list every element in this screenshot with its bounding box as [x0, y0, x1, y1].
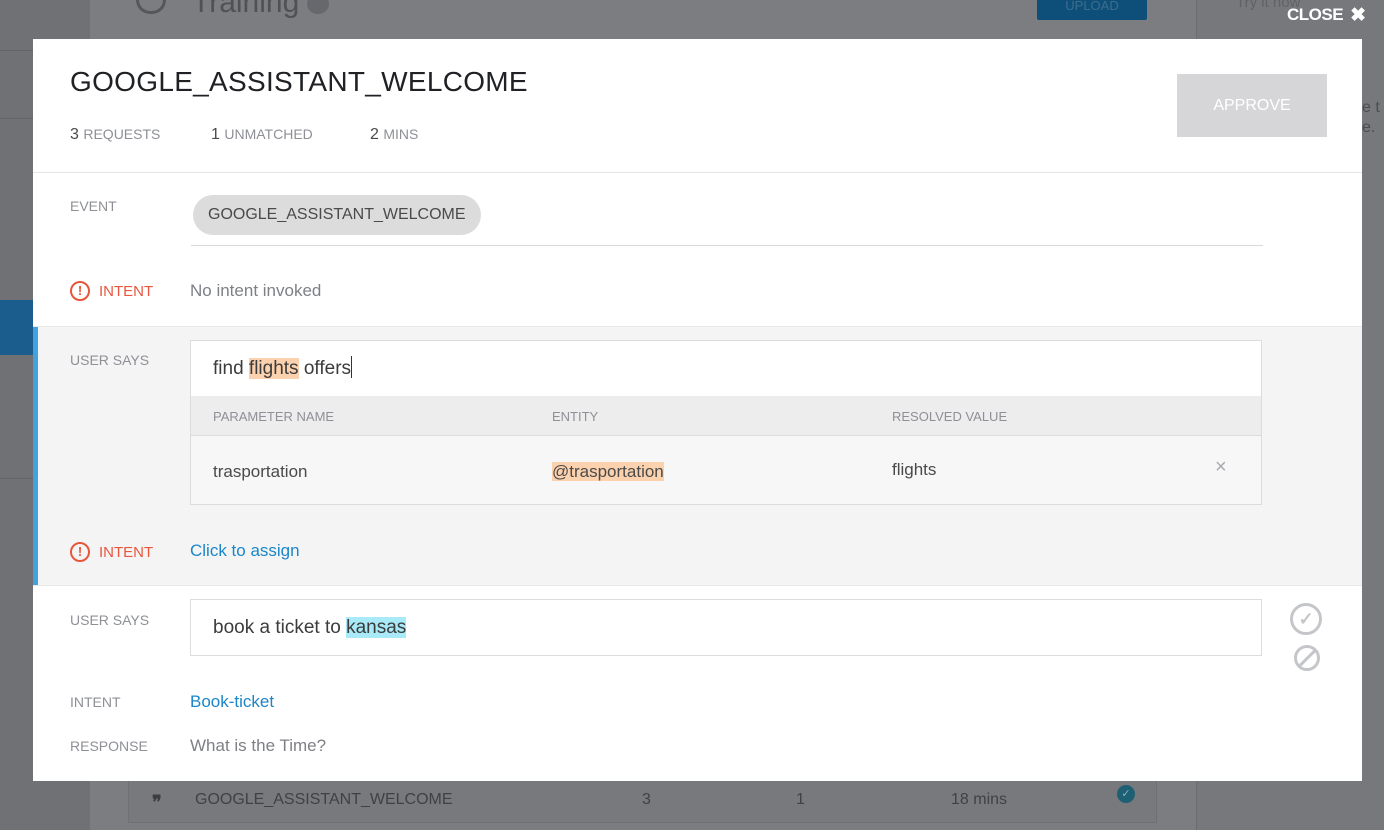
upload-button: UPLOAD: [1037, 0, 1147, 20]
background-row-requests: 3: [642, 791, 651, 808]
column-header: PARAMETER NAME: [213, 409, 335, 424]
annotated-word[interactable]: kansas: [346, 617, 407, 638]
stat-label: REQUESTS: [83, 126, 161, 142]
response-value: What is the Time?: [190, 736, 327, 755]
training-dialog: GOOGLE_ASSISTANT_WELCOME 3 REQUESTS 1 UN…: [33, 39, 1362, 781]
remove-parameter-icon[interactable]: ×: [1215, 456, 1227, 479]
event-label: EVENT: [70, 198, 117, 214]
stat-label: MINS: [383, 126, 419, 142]
divider: [191, 245, 1263, 246]
approve-check-icon[interactable]: ✓: [1290, 603, 1322, 635]
background-row-name: GOOGLE_ASSISTANT_WELCOME: [195, 791, 453, 808]
warning-icon: !: [70, 281, 90, 301]
stat-unmatched: 1 UNMATCHED: [211, 126, 313, 144]
event-chip: GOOGLE_ASSISTANT_WELCOME: [193, 195, 481, 235]
user-says-text: book a ticket to: [213, 617, 347, 638]
approve-button[interactable]: APPROVE: [1177, 74, 1327, 137]
close-icon: ✖: [1350, 4, 1366, 26]
user-says-input[interactable]: find flights offers: [190, 340, 1262, 397]
intent-label: INTENT: [99, 543, 154, 561]
background-side-text: e t e.: [1362, 99, 1380, 136]
parameter-table-header: PARAMETER NAME ENTITY RESOLVED VALUE: [191, 396, 1261, 436]
column-header: RESOLVED VALUE: [892, 409, 1008, 424]
text-caret: [351, 356, 353, 378]
entity-tag: @trasportation: [552, 462, 664, 481]
parameter-table: PARAMETER NAME ENTITY RESOLVED VALUE tra…: [190, 396, 1262, 505]
user-says-text: find: [213, 358, 249, 379]
user-says-text: offers: [298, 358, 352, 379]
intent-link[interactable]: Book-ticket: [190, 692, 274, 712]
dialog-title: GOOGLE_ASSISTANT_WELCOME: [70, 66, 528, 97]
intent-value: No intent invoked: [190, 281, 322, 300]
background-row-unmatched: 1: [796, 791, 805, 808]
stat-requests: 3 REQUESTS: [70, 126, 160, 144]
user-says-label: USER SAYS: [70, 352, 150, 368]
close-label: CLOSE: [1287, 5, 1344, 24]
stat-value: 3: [70, 126, 79, 143]
block-icon[interactable]: [1294, 645, 1320, 671]
intent-label: INTENT: [70, 694, 121, 710]
stat-value: 2: [370, 126, 379, 143]
background-page-title: Training: [192, 0, 300, 19]
background-row-time: 18 mins: [951, 791, 1008, 808]
quote-icon: ❞: [152, 792, 162, 812]
intent-warning: ! INTENT: [70, 281, 153, 301]
column-header: ENTITY: [552, 409, 599, 424]
parameter-entity[interactable]: @trasportation: [552, 462, 664, 482]
assign-intent-link[interactable]: Click to assign: [190, 541, 300, 561]
user-says-label: USER SAYS: [70, 612, 150, 628]
dialog-header: GOOGLE_ASSISTANT_WELCOME 3 REQUESTS 1 UN…: [33, 39, 1362, 173]
intent-warning: ! INTENT: [70, 542, 153, 562]
check-circle-icon: ✓: [1117, 785, 1135, 803]
annotated-word[interactable]: flights: [248, 358, 299, 379]
stat-label: UNMATCHED: [224, 126, 313, 142]
warning-icon: !: [70, 542, 90, 562]
response-label: RESPONSE: [70, 738, 148, 754]
active-indicator: [33, 327, 38, 585]
sidebar-selected-item: [0, 300, 33, 355]
parameter-name[interactable]: trasportation: [213, 462, 308, 482]
stat-value: 1: [211, 126, 220, 143]
user-says-section-active: USER SAYS find flights offers PARAMETER …: [33, 326, 1362, 586]
close-button[interactable]: CLOSE ✖: [1287, 4, 1366, 26]
parameter-resolved-value[interactable]: flights: [892, 460, 936, 480]
stat-mins: 2 MINS: [370, 126, 418, 144]
user-says-input[interactable]: book a ticket to kansas: [190, 599, 1262, 656]
intent-label: INTENT: [99, 282, 154, 300]
